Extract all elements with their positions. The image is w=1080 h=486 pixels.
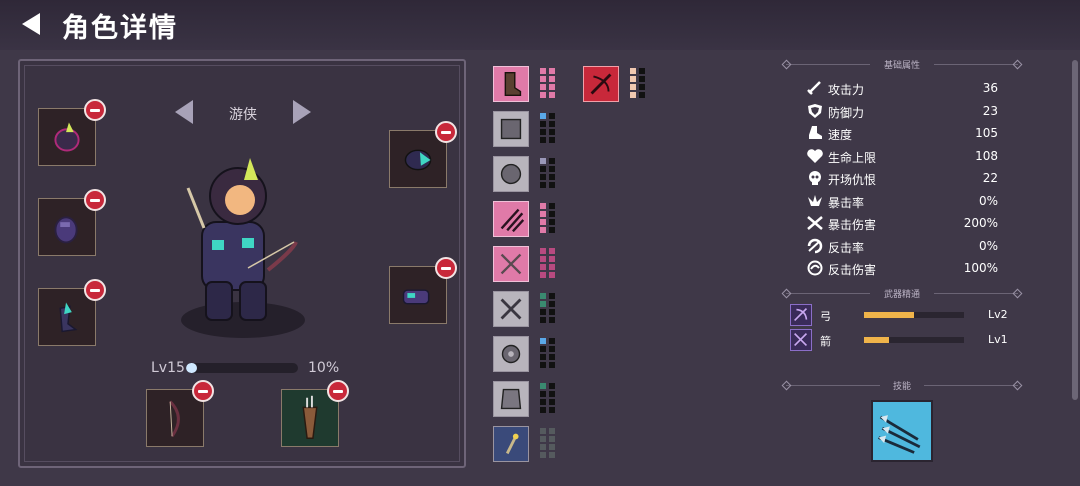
xp-percent-label: 10% (308, 360, 340, 376)
page-title: 角色详情 (62, 13, 178, 44)
stat-row-speed: 速度 105 (806, 123, 1006, 143)
gray-blades-icon (500, 298, 522, 320)
item-rarity-pips (540, 338, 556, 370)
inventory-item-gear[interactable] (493, 336, 529, 372)
counter-icon (807, 238, 823, 254)
crossed-swords-icon (807, 216, 823, 230)
sword-icon (807, 81, 821, 95)
divider-diamond (1012, 59, 1023, 70)
weapon-mastery-arrows: 箭 Lv1 (790, 329, 1010, 351)
inventory-item-cloak[interactable] (493, 381, 529, 417)
item-rarity-pips (540, 383, 556, 415)
divider-diamond (781, 59, 792, 70)
stat-row-defense: 防御力 23 (806, 101, 1006, 121)
inventory-item-torch[interactable] (493, 426, 529, 462)
remove-gloves-button[interactable] (435, 257, 457, 279)
inventory-item-weapon[interactable] (583, 66, 619, 102)
torch-icon (505, 433, 519, 455)
gray-armor-icon (500, 118, 522, 140)
xp-progress-bar (186, 363, 298, 373)
gray-beast-icon (500, 163, 522, 185)
crossbow-icon (500, 253, 522, 275)
class-name: 游侠 (229, 107, 257, 123)
item-rarity-pips (540, 203, 556, 235)
stat-row-counter-damage: 反击伤害 100% (806, 258, 1006, 278)
weapon-mastery-bow: 弓 Lv2 (790, 304, 1010, 326)
prev-class-arrow-icon[interactable] (173, 99, 195, 125)
remove-boots-button[interactable] (84, 279, 106, 301)
bow-icon (790, 304, 812, 326)
item-rarity-pips (540, 68, 556, 100)
skill-multishot[interactable] (871, 400, 933, 462)
back-arrow-icon[interactable] (18, 10, 46, 38)
inventory-item-claws[interactable] (493, 201, 529, 237)
item-rarity-pips (540, 158, 556, 190)
shield-icon (808, 104, 822, 118)
ranger-character-sprite (181, 158, 305, 338)
stat-row-attack: 攻击力 36 (806, 78, 1006, 98)
divider-diamond (1012, 380, 1023, 391)
stat-row-max-hp: 生命上限 108 (806, 146, 1006, 166)
divider-diamond (781, 288, 792, 299)
remove-helmet-button[interactable] (84, 99, 106, 121)
inventory-item-blades[interactable] (493, 291, 529, 327)
crit-burst-icon (808, 195, 822, 206)
skills-title: 技能 (880, 379, 924, 392)
mastery-progress-fill (864, 312, 914, 318)
inventory-item-beast[interactable] (493, 156, 529, 192)
mastery-progress-bar (864, 312, 964, 318)
leather-boot-icon (504, 71, 522, 97)
next-class-arrow-icon[interactable] (291, 99, 313, 125)
mastery-progress-fill (864, 337, 889, 343)
remove-bow-button[interactable] (192, 380, 214, 402)
heart-icon (807, 149, 823, 163)
arrows-icon (790, 329, 812, 351)
boot-icon (809, 126, 822, 139)
inventory-item-crossbow[interactable] (493, 246, 529, 282)
stat-row-crit-rate: 暴击率 0% (806, 191, 1006, 211)
divider-diamond (781, 380, 792, 391)
item-rarity-pips (540, 428, 556, 460)
inventory-item-armor[interactable] (493, 111, 529, 147)
arrow-volley-icon (873, 402, 931, 460)
remove-shoulder-button[interactable] (435, 121, 457, 143)
level-label: Lv15 (151, 360, 185, 376)
item-rarity-pips (630, 68, 646, 100)
scrollbar[interactable] (1072, 60, 1078, 400)
stat-row-threat: 开场仇恨 22 (806, 168, 1006, 188)
item-rarity-pips (540, 113, 556, 145)
stat-row-crit-damage: 暴击伤害 200% (806, 213, 1006, 233)
base-attributes-title: 基础属性 (870, 58, 934, 71)
remove-armor-button[interactable] (84, 189, 106, 211)
item-rarity-pips (540, 293, 556, 325)
mastery-progress-bar (864, 337, 964, 343)
xp-progress-fill (186, 363, 198, 373)
gray-gear-icon (501, 344, 521, 364)
item-rarity-pips (540, 248, 556, 280)
skull-icon (809, 171, 821, 185)
stat-row-counter-rate: 反击率 0% (806, 236, 1006, 256)
red-bow-icon (590, 73, 612, 95)
remove-quiver-button[interactable] (327, 380, 349, 402)
divider-diamond (1012, 288, 1023, 299)
gray-cloak-icon (500, 388, 522, 410)
inventory-item-boots[interactable] (493, 66, 529, 102)
swirl-icon (807, 260, 823, 276)
claw-slash-icon (500, 208, 525, 233)
weapon-mastery-title: 武器精通 (870, 287, 934, 300)
